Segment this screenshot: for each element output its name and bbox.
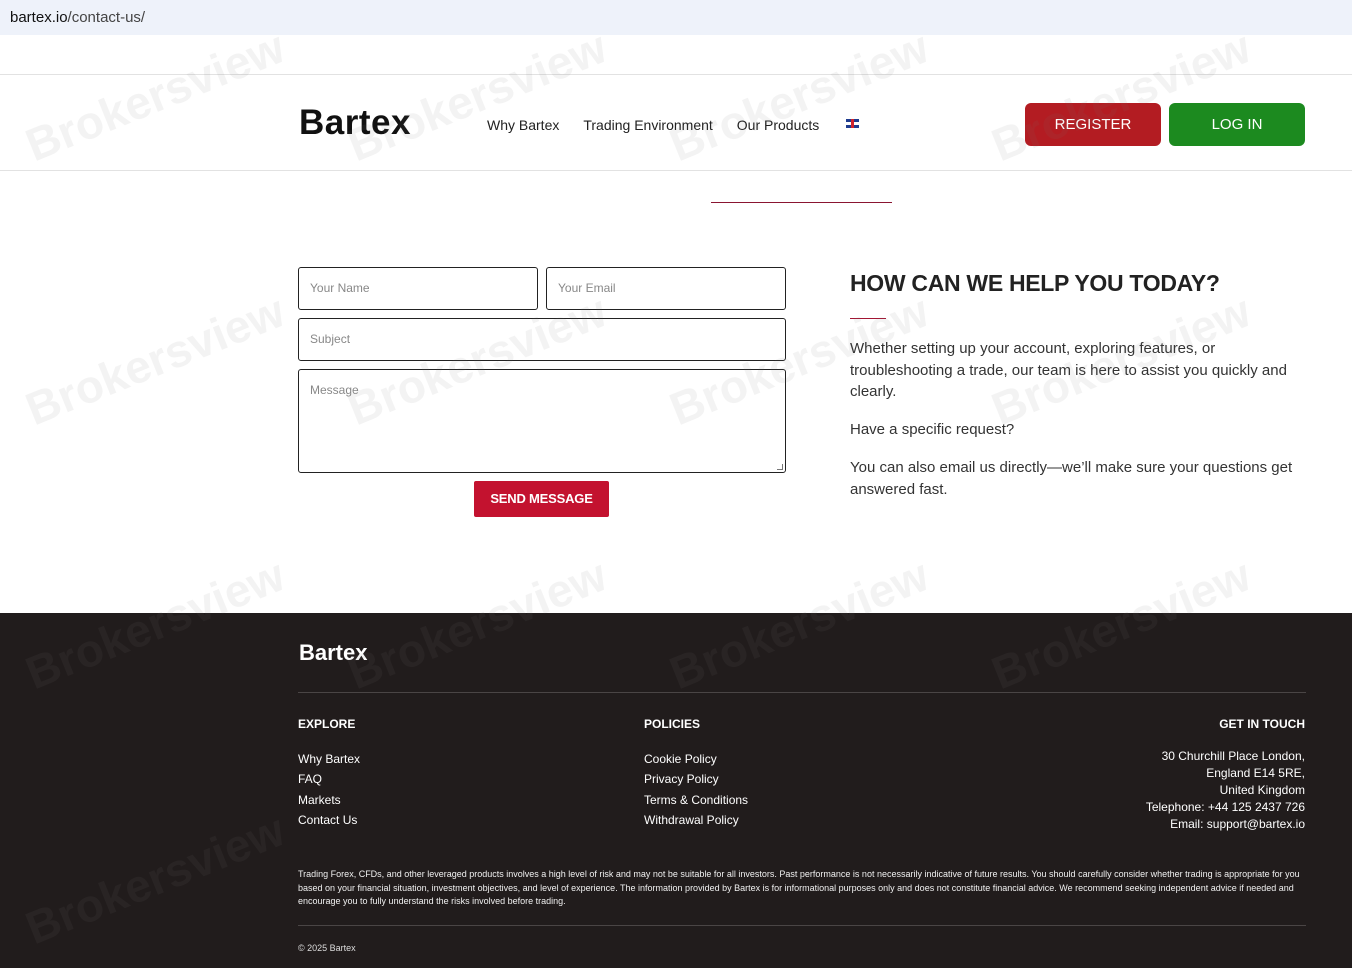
subject-input[interactable]: Subject [298,318,786,361]
footer-explore-list: Why Bartex FAQ Markets Contact Us [298,749,360,830]
section-accent-line [711,202,892,203]
footer-email[interactable]: Email: support@bartex.io [1146,816,1305,833]
footer-heading-get-in-touch: GET IN TOUCH [1219,717,1305,731]
message-placeholder: Message [310,383,359,397]
help-paragraph: You can also email us directly—we’ll mak… [850,459,1293,498]
send-message-button[interactable]: SEND MESSAGE [474,481,609,517]
help-title: HOW CAN WE HELP YOU TODAY? [850,270,1220,296]
footer-link-cookie-policy[interactable]: Cookie Policy [644,749,748,769]
footer-link-faq[interactable]: FAQ [298,769,360,789]
help-paragraph: Have a specific request? [850,421,1015,438]
site-logo[interactable]: Bartex [299,103,411,143]
site-header: Bartex Why Bartex Trading Environment Ou… [0,76,1352,171]
footer-contact-block: 30 Churchill Place London, England E14 5… [1146,748,1305,833]
login-button[interactable]: LOG IN [1169,103,1305,146]
url-path: /contact-us/ [67,9,146,26]
site-footer: Bartex EXPLORE Why Bartex FAQ Markets Co… [0,613,1352,968]
nav-why-bartex[interactable]: Why Bartex [487,117,559,133]
help-title-underline [850,318,886,319]
url-text[interactable]: bartex.io/contact-us/ [10,9,145,26]
footer-link-markets[interactable]: Markets [298,790,360,810]
top-band [0,35,1352,75]
footer-link-why-bartex[interactable]: Why Bartex [298,749,360,769]
nav-our-products[interactable]: Our Products [737,117,819,133]
help-paragraph: Whether setting up your account, explori… [850,340,1287,400]
watermark: Brokersview [18,284,292,436]
footer-policies-list: Cookie Policy Privacy Policy Terms & Con… [644,749,748,830]
footer-logo[interactable]: Bartex [299,640,367,666]
footer-address-line: 30 Churchill Place London, [1161,749,1305,763]
url-domain: bartex.io [10,9,68,26]
name-input[interactable]: Your Name [298,267,538,310]
footer-link-terms[interactable]: Terms & Conditions [644,790,748,810]
footer-address-line: England E14 5RE, [1206,766,1305,780]
footer-link-contact-us[interactable]: Contact Us [298,810,360,830]
footer-heading-policies: POLICIES [644,717,701,731]
nav-trading-environment[interactable]: Trading Environment [583,117,712,133]
register-button[interactable]: REGISTER [1025,103,1161,146]
footer-link-withdrawal-policy[interactable]: Withdrawal Policy [644,810,748,830]
main-nav: Why Bartex Trading Environment Our Produ… [487,117,819,133]
email-input[interactable]: Your Email [546,267,786,310]
copyright: © 2025 Bartex [298,943,356,953]
footer-telephone[interactable]: Telephone: +44 125 2437 726 [1146,799,1305,816]
footer-divider [298,925,1306,926]
risk-disclaimer: Trading Forex, CFDs, and other leveraged… [298,869,1300,906]
footer-divider [298,692,1306,693]
footer-address-line: United Kingdom [1219,783,1305,797]
resize-handle-icon[interactable] [777,464,783,470]
footer-heading-explore: EXPLORE [298,717,356,731]
message-textarea[interactable]: Message [298,369,786,473]
browser-url-bar[interactable]: bartex.io/contact-us/ [0,0,1352,35]
uk-flag-icon[interactable] [846,119,859,128]
footer-link-privacy-policy[interactable]: Privacy Policy [644,769,748,789]
